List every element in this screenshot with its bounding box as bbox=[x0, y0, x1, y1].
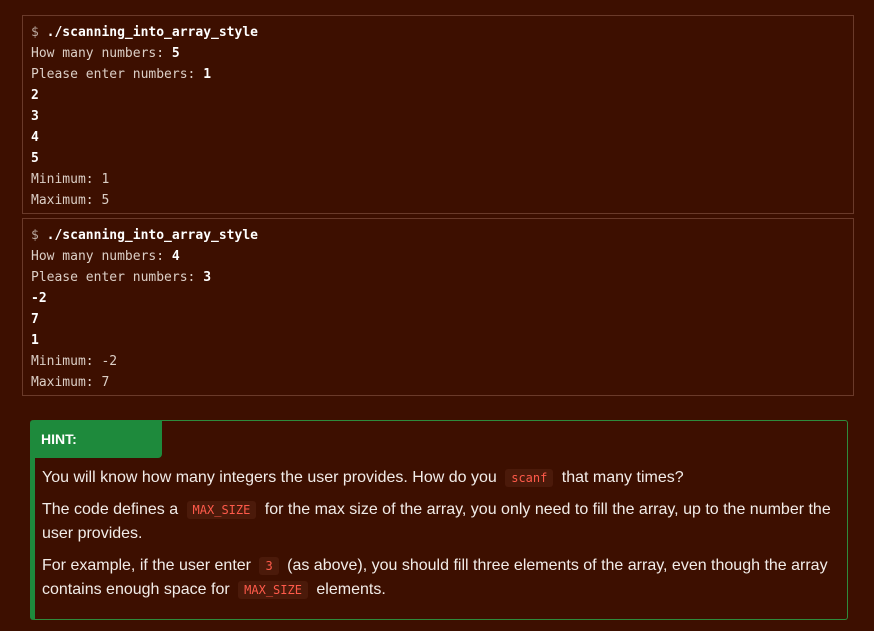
hint-text: For example, if the user enter bbox=[42, 557, 251, 574]
inline-code-max-size: MAX_SIZE bbox=[238, 581, 308, 599]
maximum-label: Maximum: bbox=[31, 375, 94, 390]
enter-label: Please enter numbers: bbox=[31, 270, 196, 285]
maximum-value: 7 bbox=[101, 375, 110, 390]
input-value: 3 bbox=[31, 109, 39, 124]
count-label: How many numbers: bbox=[31, 46, 165, 61]
maximum-value: 5 bbox=[101, 193, 110, 208]
input-value: 5 bbox=[31, 151, 39, 166]
hint-paragraph-1: You will know how many integers the user… bbox=[42, 466, 842, 490]
input-value: 3 bbox=[203, 270, 212, 285]
maximum-line: Maximum: 7 bbox=[31, 372, 853, 393]
command-text: ./scanning_into_array_style bbox=[46, 25, 258, 40]
count-label: How many numbers: bbox=[31, 249, 165, 264]
inline-code-scanf: scanf bbox=[505, 469, 554, 487]
command-line: $ ./scanning_into_array_style bbox=[31, 22, 853, 43]
minimum-value: -2 bbox=[101, 354, 118, 369]
count-line: How many numbers: 5 bbox=[31, 43, 853, 64]
hint-text: The code defines a bbox=[42, 501, 179, 518]
input-value: 7 bbox=[31, 312, 39, 327]
shell-prompt: $ bbox=[31, 228, 39, 243]
hint-body: You will know how many integers the user… bbox=[42, 466, 842, 610]
inline-code-three: 3 bbox=[259, 557, 279, 575]
minimum-label: Minimum: bbox=[31, 354, 94, 369]
maximum-line: Maximum: 5 bbox=[31, 190, 853, 211]
input-value: 1 bbox=[31, 333, 39, 348]
hint-text: You will know how many integers the user… bbox=[42, 469, 497, 486]
hint-text: elements. bbox=[316, 581, 386, 598]
command-text: ./scanning_into_array_style bbox=[46, 228, 258, 243]
hint-paragraph-2: The code defines a MAX_SIZE for the max … bbox=[42, 498, 842, 546]
count-line: How many numbers: 4 bbox=[31, 246, 853, 267]
terminal-output-1: $ ./scanning_into_array_style How many n… bbox=[22, 15, 854, 214]
hint-title: HINT: bbox=[34, 420, 162, 458]
command-line: $ ./scanning_into_array_style bbox=[31, 225, 853, 246]
maximum-label: Maximum: bbox=[31, 193, 94, 208]
enter-line: Please enter numbers: 1 bbox=[31, 64, 853, 85]
minimum-line: Minimum: 1 bbox=[31, 169, 853, 190]
inline-code-max-size: MAX_SIZE bbox=[186, 501, 257, 519]
hint-paragraph-3: For example, if the user enter 3 (as abo… bbox=[42, 554, 842, 602]
minimum-value: 1 bbox=[101, 172, 110, 187]
input-value: 4 bbox=[31, 130, 39, 145]
shell-prompt: $ bbox=[31, 25, 39, 40]
minimum-label: Minimum: bbox=[31, 172, 94, 187]
minimum-line: Minimum: -2 bbox=[31, 351, 853, 372]
count-value: 4 bbox=[171, 249, 180, 264]
input-value: 1 bbox=[203, 67, 212, 82]
enter-line: Please enter numbers: 3 bbox=[31, 267, 853, 288]
hint-text: that many times? bbox=[561, 469, 684, 486]
input-value: 2 bbox=[31, 88, 39, 103]
input-value: -2 bbox=[31, 291, 47, 306]
count-value: 5 bbox=[171, 46, 180, 61]
terminal-output-2: $ ./scanning_into_array_style How many n… bbox=[22, 218, 854, 396]
enter-label: Please enter numbers: bbox=[31, 67, 196, 82]
hint-box: HINT: You will know how many integers th… bbox=[30, 420, 848, 620]
